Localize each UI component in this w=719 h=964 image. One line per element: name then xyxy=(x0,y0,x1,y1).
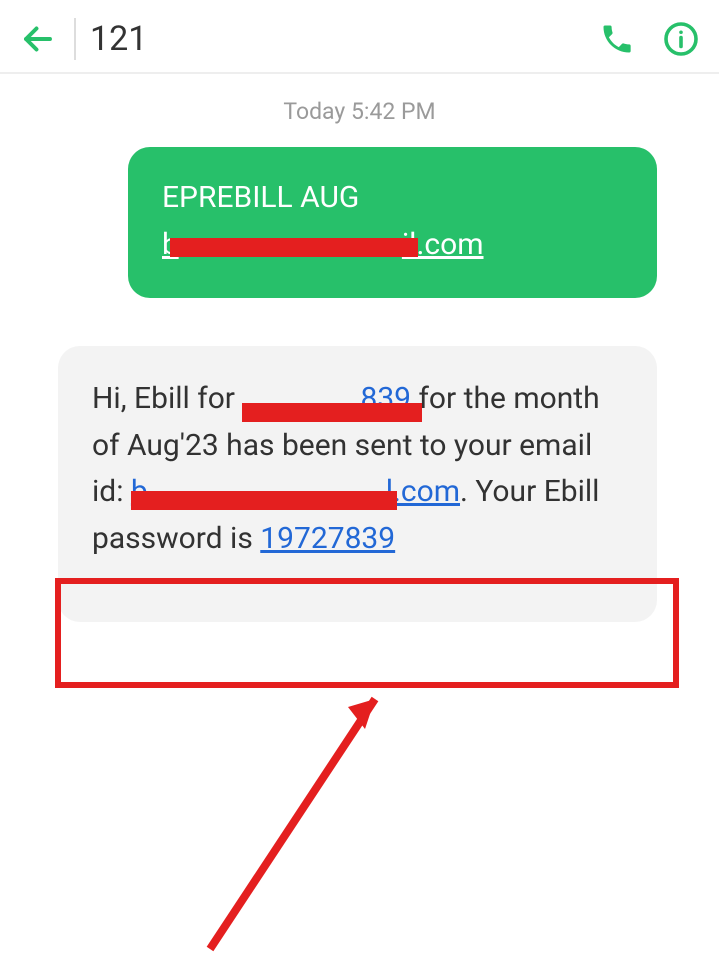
outgoing-line1: EPREBILL AUG xyxy=(162,175,623,222)
info-icon[interactable] xyxy=(663,21,699,57)
outgoing-email: bxxxxxxxxxxxxxxxil.com xyxy=(162,222,484,269)
annotation-arrow xyxy=(180,684,400,964)
email-link[interactable]: bxxxxxxxxxxxxxxxxl.com xyxy=(131,474,460,509)
phone-link[interactable]: 7740067839 xyxy=(242,381,411,416)
password-link[interactable]: 19727839 xyxy=(260,521,395,556)
back-icon[interactable] xyxy=(20,21,56,57)
timestamp: Today 5:42 PM xyxy=(0,98,719,125)
phone-icon[interactable] xyxy=(599,21,635,57)
msg-text: Hi, Ebill for xyxy=(92,381,242,416)
header-divider xyxy=(74,18,76,60)
outgoing-message[interactable]: EPREBILL AUG bxxxxxxxxxxxxxxxil.com xyxy=(128,147,657,298)
chat-header: 121 xyxy=(0,0,719,74)
redaction-mark xyxy=(170,238,418,257)
redaction-mark xyxy=(242,403,422,422)
contact-title[interactable]: 121 xyxy=(90,19,571,59)
incoming-message[interactable]: Hi, Ebill for 7740067839 for the month o… xyxy=(58,346,657,622)
message-list: Today 5:42 PM EPREBILL AUG bxxxxxxxxxxxx… xyxy=(0,74,719,636)
redaction-mark xyxy=(131,491,397,510)
